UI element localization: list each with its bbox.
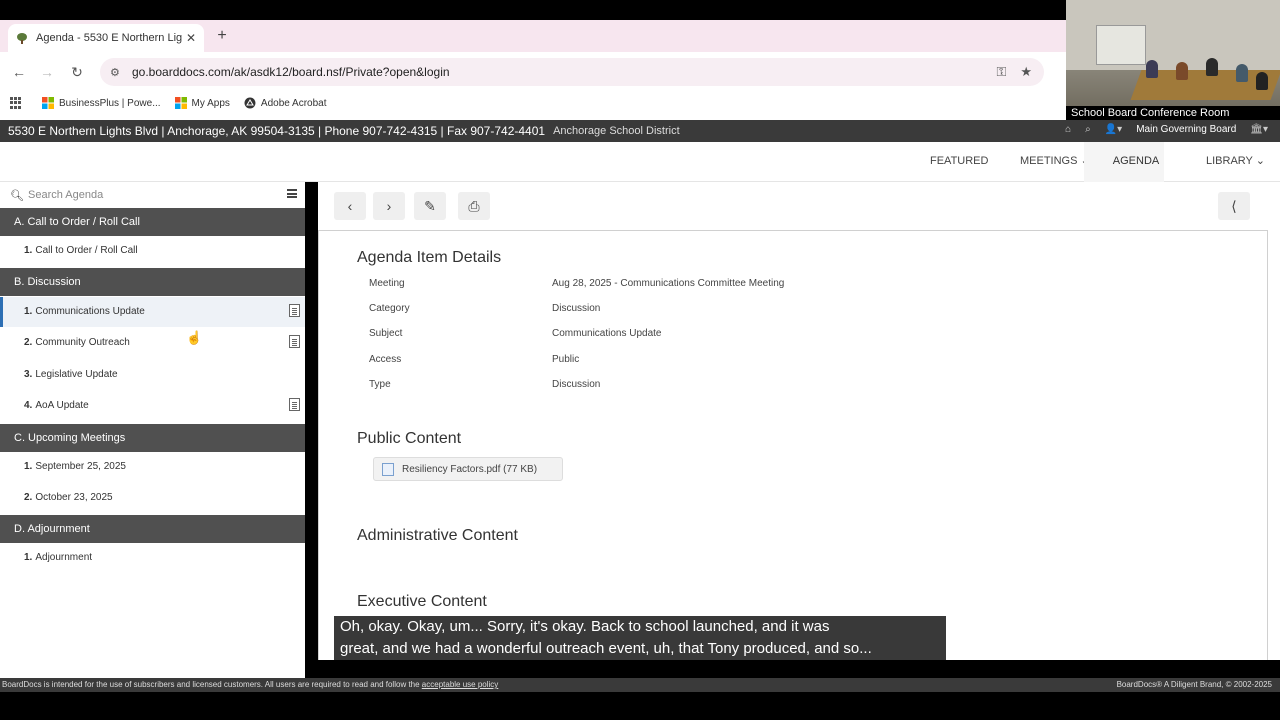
url-text: go.boarddocs.com/ak/asdk12/board.nsf/Pri… xyxy=(132,65,450,79)
browser-tab[interactable]: Agenda - 5530 E Northern Ligh ✕ xyxy=(8,24,204,52)
site-settings-icon[interactable]: ⚙ xyxy=(110,66,124,79)
administrative-content-heading: Administrative Content xyxy=(357,527,518,544)
reload-icon[interactable]: ↻ xyxy=(68,63,86,81)
screen: Agenda - 5530 E Northern Ligh ✕ + ← → ↻ … xyxy=(0,0,1280,720)
public-content-heading: Public Content xyxy=(357,430,462,447)
detail-row-type: Type Discussion xyxy=(369,379,601,390)
document-icon[interactable] xyxy=(289,335,300,348)
acceptable-use-policy-link[interactable]: acceptable use policy xyxy=(422,680,499,689)
search-icon[interactable]: ⌕ xyxy=(1085,124,1091,135)
bookmark-star-icon[interactable]: ★ xyxy=(1020,64,1032,80)
detail-row-access: Access Public xyxy=(369,354,580,365)
caption-line-1: Oh, okay. Okay, um... Sorry, it's okay. … xyxy=(340,618,830,635)
nav-library[interactable]: LIBRARY ⌄ xyxy=(1182,142,1280,182)
key-icon[interactable]: ⚿ xyxy=(996,64,1006,80)
acrobat-icon xyxy=(244,97,256,109)
agenda-item-selected[interactable]: 1. Communications Update xyxy=(0,297,305,327)
detail-row-category: Category Discussion xyxy=(369,303,601,314)
tree-favicon-icon xyxy=(17,33,27,44)
url-field[interactable]: ⚙ go.boarddocs.com/ak/asdk12/board.nsf/P… xyxy=(100,58,1044,86)
agenda-item[interactable]: 2. October 23, 2025 xyxy=(0,483,305,513)
pdf-file-icon xyxy=(382,462,394,476)
site-header-bar: 5530 E Northern Lights Blvd | Anchorage,… xyxy=(0,120,1280,142)
menu-icon[interactable] xyxy=(287,189,297,198)
page-footer: BoardDocs is intended for the use of sub… xyxy=(0,678,1280,692)
apps-grid-icon[interactable] xyxy=(10,97,22,109)
next-item-button[interactable]: › xyxy=(373,192,405,220)
bookmark-adobe-acrobat[interactable]: Adobe Acrobat xyxy=(244,97,327,109)
video-caption: School Board Conference Room xyxy=(1066,106,1280,120)
browser-tabbar: Agenda - 5530 E Northern Ligh ✕ + xyxy=(0,20,1066,52)
executive-content-heading: Executive Content xyxy=(357,593,487,610)
detail-row-meeting: Meeting Aug 28, 2025 - Communications Com… xyxy=(369,278,785,289)
detail-row-subject: Subject Communications Update xyxy=(369,328,662,339)
content-scrollbar[interactable] xyxy=(1268,182,1280,660)
bookmarks-bar: BusinessPlus | Powe... My Apps Adobe Acr… xyxy=(0,92,1066,114)
content-toolbar: ‹ › ✎ ⎙ ⟨ xyxy=(318,182,1280,230)
category-header[interactable]: C. Upcoming Meetings xyxy=(0,424,305,452)
windows-icon xyxy=(174,97,187,109)
attachment-link[interactable]: Resiliency Factors.pdf (77 KB) xyxy=(373,457,563,481)
agenda-sidebar: 🔍︎ Search Agenda A. Call to Order / Roll… xyxy=(0,182,305,678)
previous-item-button[interactable]: ‹ xyxy=(334,192,366,220)
bookmark-my-apps[interactable]: My Apps xyxy=(174,97,230,109)
back-arrow-icon[interactable]: ← xyxy=(10,63,28,81)
bookmark-businessplus[interactable]: BusinessPlus | Powe... xyxy=(42,97,161,109)
document-icon[interactable] xyxy=(289,304,300,317)
home-icon[interactable]: ⌂ xyxy=(1065,124,1071,135)
category-header[interactable]: B. Discussion xyxy=(0,268,305,296)
search-icon: 🔍︎ xyxy=(10,190,24,202)
live-captions: Oh, okay. Okay, um... Sorry, it's okay. … xyxy=(334,616,946,660)
agenda-item[interactable]: 4. AoA Update xyxy=(0,391,305,421)
agenda-item[interactable]: 2. Community Outreach xyxy=(0,328,305,358)
agenda-item[interactable]: 1. Adjournment xyxy=(0,543,305,573)
print-icon[interactable]: ⎙ xyxy=(458,192,490,220)
institution-icon[interactable]: 🏛▾ xyxy=(1250,124,1268,135)
new-tab-icon[interactable]: + xyxy=(212,26,232,46)
address-bar-row: ← → ↻ ⚙ go.boarddocs.com/ak/asdk12/board… xyxy=(0,52,1066,130)
windows-icon xyxy=(42,97,54,109)
footer-copyright: BoardDocs® A Diligent Brand, © 2002-2025 xyxy=(1116,680,1272,689)
details-heading: Agenda Item Details xyxy=(357,249,502,266)
user-icon[interactable]: 👤▾ xyxy=(1105,124,1122,135)
category-header[interactable]: D. Adjournment xyxy=(0,515,305,543)
edit-pencil-icon[interactable]: ✎ xyxy=(414,192,446,220)
hand-cursor-icon: ☝ xyxy=(186,330,203,345)
main-nav: FEATURED MEETINGS ⌄ AGENDA LIBRARY ⌄ xyxy=(0,142,1280,182)
agenda-search[interactable]: 🔍︎ Search Agenda xyxy=(0,182,305,208)
caption-line-2: great, and we had a wonderful outreach e… xyxy=(340,640,872,657)
tab-title: Agenda - 5530 E Northern Ligh xyxy=(36,32,182,44)
agenda-item[interactable]: 1. Call to Order / Roll Call xyxy=(0,236,305,266)
forward-arrow-icon[interactable]: → xyxy=(38,63,56,81)
document-icon[interactable] xyxy=(289,398,300,411)
chevron-down-icon: ⌄ xyxy=(1255,155,1265,167)
share-icon[interactable]: ⟨ xyxy=(1218,192,1250,220)
district-name: Anchorage School District xyxy=(553,125,680,137)
attachment-name: Resiliency Factors.pdf (77 KB) xyxy=(402,463,538,475)
footer-notice: BoardDocs is intended for the use of sub… xyxy=(2,680,420,689)
search-agenda-input[interactable]: Search Agenda xyxy=(28,189,103,201)
nav-agenda[interactable]: AGENDA xyxy=(1084,142,1164,182)
agenda-item-details: Agenda Item Details Meeting Aug 28, 2025 … xyxy=(318,230,1268,660)
video-feed: School Board Conference Room xyxy=(1066,0,1280,120)
category-header[interactable]: A. Call to Order / Roll Call xyxy=(0,208,305,236)
agenda-item[interactable]: 1. September 25, 2025 xyxy=(0,452,305,482)
board-name[interactable]: Main Governing Board xyxy=(1136,124,1236,135)
tab-close-icon[interactable]: ✕ xyxy=(186,31,196,45)
agenda-item[interactable]: 3. Legislative Update xyxy=(0,360,305,390)
district-address: 5530 E Northern Lights Blvd | Anchorage,… xyxy=(8,124,546,138)
